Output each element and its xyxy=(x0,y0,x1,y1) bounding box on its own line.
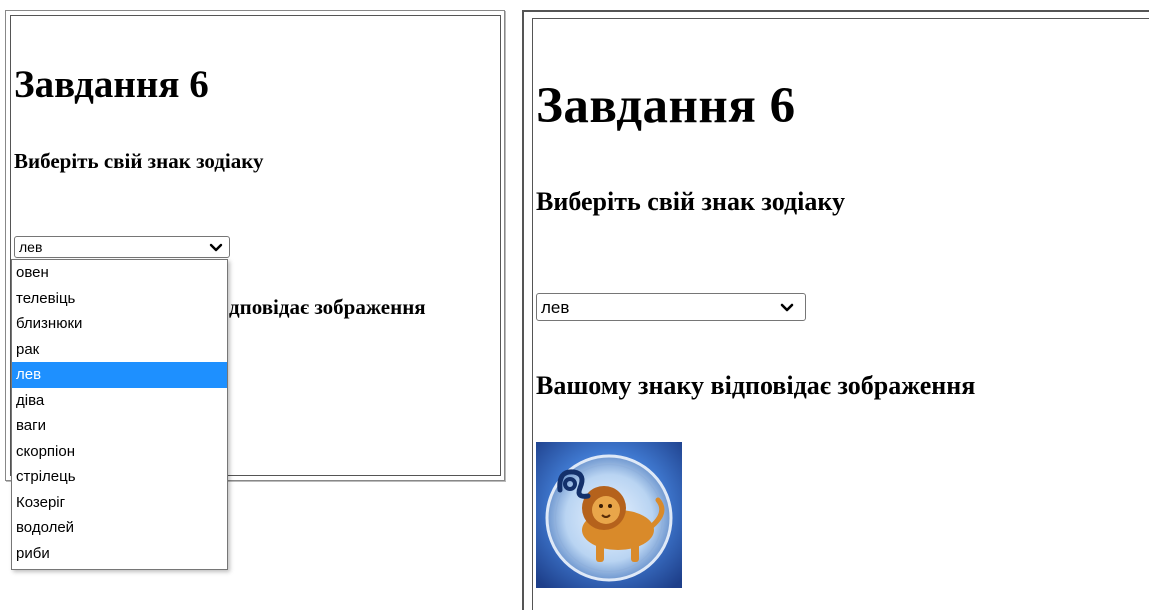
zodiac-option[interactable]: ваги xyxy=(12,413,227,439)
zodiac-option[interactable]: рак xyxy=(12,337,227,363)
zodiac-option[interactable]: Козеріг xyxy=(12,490,227,516)
zodiac-select-value: лев xyxy=(541,298,570,317)
zodiac-options-list[interactable]: овен телевіць близнюки рак лев діва ваги скорпі… xyxy=(11,259,228,570)
zodiac-option[interactable]: овен xyxy=(12,260,227,286)
zodiac-prompt: Виберіть свій знак зодіаку xyxy=(536,187,845,216)
zodiac-prompt: Виберіть свій знак зодіаку xyxy=(14,149,264,173)
zodiac-select[interactable]: лев xyxy=(536,293,806,321)
right-window: Завдання 6 Виберіть свій знак зодіаку ле… xyxy=(522,10,1149,610)
zodiac-option[interactable]: скорпіон xyxy=(12,439,227,465)
page-title: Завдання 6 xyxy=(536,78,796,134)
leo-zodiac-lion-icon xyxy=(536,442,682,588)
zodiac-select-value: лев xyxy=(19,239,43,255)
zodiac-option[interactable]: лев xyxy=(12,362,227,388)
zodiac-option[interactable]: риби xyxy=(12,541,227,567)
zodiac-option[interactable]: телевіць xyxy=(12,286,227,312)
zodiac-option[interactable]: близнюки xyxy=(12,311,227,337)
result-heading: дповідає зображення xyxy=(229,295,426,319)
chevron-down-icon xyxy=(780,303,794,312)
zodiac-option[interactable]: стрілець xyxy=(12,464,227,490)
result-heading: Вашому знаку відповідає зображення xyxy=(536,371,976,400)
zodiac-option[interactable]: діва xyxy=(12,388,227,414)
zodiac-option[interactable]: водолей xyxy=(12,515,227,541)
right-content-frame: Завдання 6 Виберіть свій знак зодіаку ле… xyxy=(532,18,1149,610)
zodiac-select[interactable]: лев xyxy=(14,236,230,258)
chevron-down-icon xyxy=(209,243,223,252)
page-title: Завдання 6 xyxy=(14,63,209,106)
